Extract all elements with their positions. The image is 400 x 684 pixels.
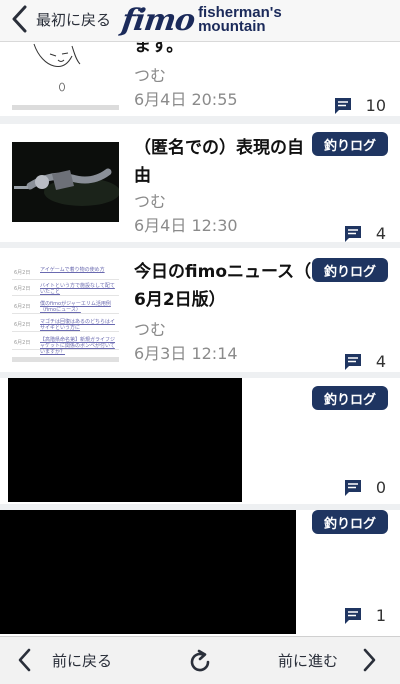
comment-count[interactable]: 10	[334, 96, 386, 115]
comment-icon	[344, 225, 361, 242]
comment-count[interactable]: 1	[344, 606, 386, 625]
thumb-news-row: 6月2日 【高階県命名第】新規ガライフジャケットに関係のボンベが付いていますか？	[12, 336, 119, 355]
category-badge[interactable]: 釣りログ	[311, 510, 388, 534]
back-button-label: 前に戻る	[52, 651, 113, 670]
category-badge[interactable]: 釣りログ	[311, 386, 388, 410]
article-thumbnail-image	[8, 378, 242, 502]
thumb-news-row: 6月2日 アイゲームで着り物の使め方	[12, 266, 119, 280]
comment-icon	[344, 353, 361, 370]
chevron-right-icon	[363, 648, 376, 672]
article-card[interactable]: 釣りログ （匿名での）表現の自 由 つむ 6月4日 12:30 4	[0, 124, 400, 243]
article-date: 6月4日 12:30	[134, 216, 238, 235]
logo-wordmark: fimo	[119, 2, 197, 38]
reload-button[interactable]	[186, 647, 214, 677]
article-title-line-2: 6月2日版）	[134, 290, 226, 310]
logo-tagline-line-2: mountain	[198, 18, 266, 35]
thumb-news-row: 6月2日 マゴチは回復はあるのどちらはイサイギという方に	[12, 318, 119, 332]
category-badge[interactable]: 釣りログ	[311, 258, 388, 282]
thumb-news-row: 6月2日 僕のfimoがジャーエリム活用例（fimoにュース）	[12, 300, 119, 314]
back-to-top-button[interactable]: 最初に戻る	[10, 4, 111, 34]
bottom-toolbar: 前に戻る 前に進む	[0, 636, 400, 684]
comment-icon	[334, 97, 351, 114]
article-author: つむ	[134, 66, 167, 85]
chevron-left-icon	[12, 5, 27, 33]
comment-count-value: 1	[375, 606, 386, 625]
fimo-logo[interactable]: fimo fisherman's mountain	[119, 2, 282, 38]
reload-icon	[190, 649, 210, 672]
article-list[interactable]: ます。 つむ 6月4日 20:55 10 釣りログ （匿名での）表現の自 由 つ…	[0, 42, 400, 636]
article-card[interactable]: 釣りログ 0	[0, 378, 400, 504]
article-author: つむ	[134, 192, 167, 211]
comment-count-value: 4	[375, 352, 386, 371]
comment-count-value: 4	[375, 224, 386, 243]
comment-count-value: 0	[375, 478, 386, 497]
article-title-line-2: 由	[134, 166, 151, 186]
article-title-line-1: 今日のfimoニュース（	[134, 262, 312, 282]
comment-count-value: 10	[365, 96, 386, 115]
comment-count[interactable]: 0	[344, 478, 386, 497]
article-card[interactable]: 6月2日 アイゲームで着り物の使め方 6月2日 バイトという方で施設なして配ていたこ…	[0, 248, 400, 372]
article-thumbnail-photo	[12, 142, 119, 222]
category-badge[interactable]: 釣りログ	[311, 132, 388, 156]
back-to-top-label: 最初に戻る	[36, 10, 112, 29]
article-title: （匿名での）表現の自 由	[134, 134, 304, 190]
article-thumbnail-sketch	[12, 42, 119, 110]
logo-tagline: fisherman's mountain	[198, 5, 282, 35]
forward-button-label: 前に進む	[278, 651, 339, 670]
article-date: 6月4日 20:55	[134, 90, 238, 109]
article-author: つむ	[134, 320, 167, 339]
thumb-news-row: 6月2日 バイトという方で施設なして配ていたこと	[12, 282, 119, 296]
article-title-line-1: （匿名での）表現の自	[134, 138, 304, 158]
comment-count[interactable]: 4	[344, 224, 386, 243]
article-date: 6月3日 12:14	[134, 344, 238, 363]
article-title: 今日のfimoニュース（ 6月2日版）	[134, 258, 311, 314]
chevron-left-icon	[18, 648, 31, 672]
article-thumbnail-image	[0, 510, 296, 634]
comment-count[interactable]: 4	[344, 352, 386, 371]
back-button[interactable]: 前に戻る	[16, 645, 112, 675]
article-card[interactable]: 釣りログ 1	[0, 510, 400, 636]
comment-icon	[344, 607, 361, 624]
top-navigation-bar: 最初に戻る fimo fisherman's mountain	[0, 0, 400, 42]
forward-button[interactable]: 前に進む	[278, 645, 378, 675]
article-title: ます。	[134, 42, 184, 56]
comment-icon	[344, 479, 361, 496]
article-thumbnail-news: 6月2日 アイゲームで着り物の使め方 6月2日 バイトという方で施設なして配ていたこ…	[12, 258, 119, 362]
article-card[interactable]: ます。 つむ 6月4日 20:55 10	[0, 42, 400, 116]
